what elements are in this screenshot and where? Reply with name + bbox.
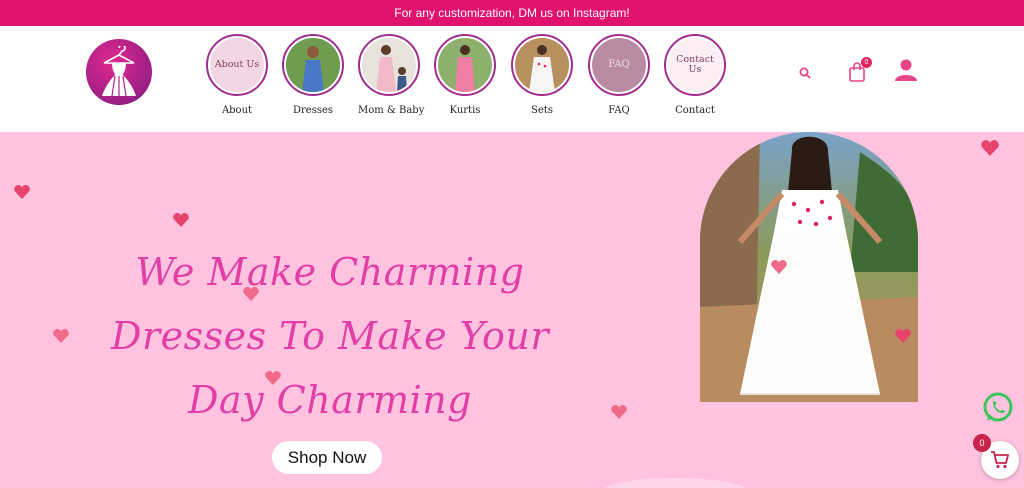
nav-faq[interactable]: FAQ FAQ: [588, 34, 650, 116]
model-white-dress-photo: [700, 132, 918, 402]
heart-icon: [981, 140, 999, 156]
nav-contact[interactable]: Contact Us Contact: [664, 34, 726, 116]
nav-label-dresses[interactable]: Dresses: [282, 105, 344, 116]
sets-circle[interactable]: [511, 34, 573, 96]
nav-dresses[interactable]: Dresses: [282, 34, 344, 116]
nav-label-sets[interactable]: Sets: [511, 105, 573, 116]
floating-cart-count-badge: 0: [973, 434, 991, 452]
heart-icon: [53, 329, 69, 343]
heart-icon: [771, 260, 787, 274]
mom-baby-image: [362, 38, 416, 92]
site-header: About Us About Dresses Mom & Baby Kurtis…: [0, 26, 1024, 132]
kurtis-circle[interactable]: [434, 34, 496, 96]
brand-logo[interactable]: [86, 39, 152, 105]
model-white-set-image: [515, 38, 569, 92]
nav-label-mom-baby[interactable]: Mom & Baby: [358, 105, 424, 116]
mom-baby-thumbnail: [362, 38, 416, 92]
dress-hanger-icon: [102, 46, 136, 97]
cart-icon: [991, 451, 1009, 469]
heart-icon: [265, 371, 281, 385]
heart-icon: [14, 185, 30, 199]
heart-icon: [243, 287, 259, 301]
contact-circle-text: Contact Us: [668, 38, 722, 92]
hero-title: We Make Charming Dresses To Make Your Da…: [110, 250, 549, 422]
contact-circle[interactable]: Contact Us: [664, 34, 726, 96]
heart-icon: [611, 405, 627, 419]
kurtis-thumbnail: [438, 38, 492, 92]
about-circle[interactable]: About Us: [206, 34, 268, 96]
dresses-thumbnail: [286, 38, 340, 92]
nav-label-faq[interactable]: FAQ: [588, 105, 650, 116]
shop-now-button[interactable]: Shop Now: [272, 441, 382, 474]
decorative-wave: [600, 478, 750, 488]
user-icon[interactable]: [894, 58, 918, 82]
whatsapp-icon[interactable]: [982, 392, 1014, 424]
announcement-bar: For any customization, DM us on Instagra…: [0, 0, 1024, 26]
announcement-text: For any customization, DM us on Instagra…: [394, 6, 630, 20]
nav-sets[interactable]: Sets: [511, 34, 573, 116]
faq-circle[interactable]: FAQ: [588, 34, 650, 96]
nav-label-contact[interactable]: Contact: [664, 105, 726, 116]
search-icon[interactable]: [799, 67, 811, 79]
hero-model-image: [700, 132, 918, 402]
about-circle-text: About Us: [210, 38, 264, 92]
heart-icon: [895, 329, 911, 343]
dresses-circle[interactable]: [282, 34, 344, 96]
nav-mom-baby[interactable]: Mom & Baby: [358, 34, 424, 116]
nav-label-about[interactable]: About: [206, 105, 268, 116]
model-pink-kurti-image: [438, 38, 492, 92]
nav-about[interactable]: About Us About: [206, 34, 268, 116]
nav-kurtis[interactable]: Kurtis: [434, 34, 496, 116]
sets-thumbnail: [515, 38, 569, 92]
model-blue-dress-image: [286, 38, 340, 92]
heart-icon: [173, 213, 189, 227]
mom-baby-circle[interactable]: [358, 34, 420, 96]
cart-count-badge: 0: [861, 57, 872, 68]
faq-circle-text: FAQ: [592, 38, 646, 92]
nav-label-kurtis[interactable]: Kurtis: [434, 105, 496, 116]
